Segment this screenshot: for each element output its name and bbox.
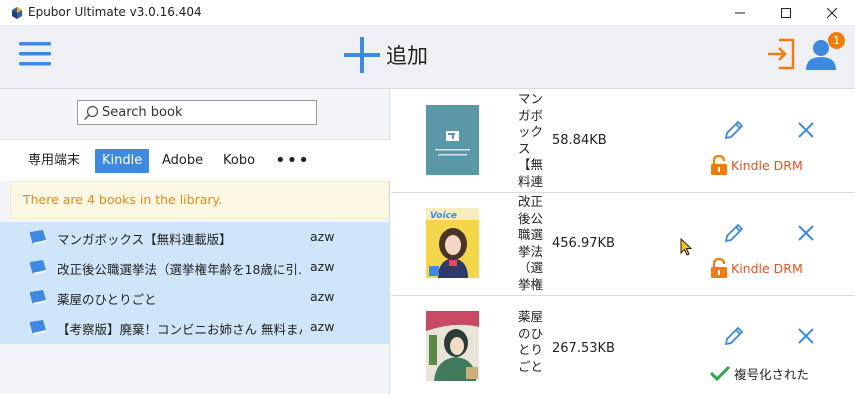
login-icon[interactable] bbox=[766, 38, 796, 70]
book-title: 薬屋のひとりごと bbox=[57, 292, 157, 307]
tab-kindle[interactable]: Kindle bbox=[95, 149, 150, 173]
edit-icon[interactable] bbox=[722, 324, 746, 348]
checkmark-icon bbox=[709, 365, 731, 381]
maximize-icon bbox=[781, 7, 791, 18]
book-title: 改正後公職選挙法（選挙権年… bbox=[518, 194, 544, 294]
title-bar: Epubor Ultimate v3.0.16.404 bbox=[0, 0, 855, 25]
search-input[interactable] bbox=[102, 102, 312, 123]
hamburger-menu-icon[interactable] bbox=[19, 40, 51, 68]
conversion-item: 薬屋のひとりごと 267.53KB 複号化された bbox=[391, 295, 855, 394]
book-format: azw bbox=[310, 289, 335, 304]
book-title: マンガボックス【無料連載… bbox=[518, 91, 544, 191]
book-title: マンガボックス【無料連載版】 bbox=[57, 232, 232, 247]
book-icon bbox=[30, 260, 46, 275]
svg-text:Voice: Voice bbox=[430, 211, 457, 221]
library-pane: 専用端末 Kindle Adobe Kobo ••• There are 4 b… bbox=[0, 89, 390, 394]
list-item[interactable]: 【考察版】廃棄！コンビニお姉さん 無料まんが… azw bbox=[0, 312, 390, 342]
book-format: azw bbox=[310, 229, 335, 244]
search-icon bbox=[83, 105, 99, 121]
search-box[interactable] bbox=[77, 100, 317, 125]
book-title: 改正後公職選挙法（選挙権年齢を18歳に引… bbox=[57, 262, 302, 277]
lock-icon bbox=[711, 155, 727, 175]
book-icon bbox=[30, 320, 46, 335]
list-item[interactable]: 薬屋のひとりごと azw bbox=[0, 282, 390, 312]
status-label: Kindle DRM bbox=[731, 260, 803, 276]
plus-icon bbox=[344, 37, 380, 73]
conversion-item: マンガボックス【無料連載… 58.84KB Kindle DRM bbox=[391, 89, 855, 193]
file-size: 456.97KB bbox=[552, 236, 615, 251]
list-item[interactable]: マンガボックス【無料連載版】 azw bbox=[0, 222, 390, 252]
book-cover: Voice bbox=[426, 208, 479, 278]
edit-icon[interactable] bbox=[722, 221, 746, 245]
status-label: Kindle DRM bbox=[731, 157, 803, 173]
book-icon bbox=[30, 230, 46, 245]
close-icon bbox=[827, 7, 837, 18]
tab-adobe[interactable]: Adobe bbox=[155, 149, 210, 173]
user-account-button[interactable]: 1 bbox=[804, 32, 845, 74]
more-tabs-button[interactable]: ••• bbox=[268, 149, 317, 173]
drm-status: Kindle DRM bbox=[710, 155, 803, 175]
app-logo-icon bbox=[12, 7, 22, 19]
main-toolbar: 追加 1 bbox=[0, 25, 855, 89]
conversion-item: Voice 改正後公職選挙法（選挙権年… 456.97KB Kindle DRM bbox=[391, 192, 855, 296]
lock-icon bbox=[711, 258, 727, 278]
decrypted-status: 複号化された bbox=[709, 363, 809, 383]
book-format: azw bbox=[310, 259, 335, 274]
mouse-cursor-icon bbox=[680, 238, 692, 256]
minimize-icon bbox=[735, 12, 745, 13]
book-format: azw bbox=[310, 319, 335, 334]
source-tabs: 専用端末 Kindle Adobe Kobo ••• bbox=[0, 139, 390, 181]
delete-icon[interactable] bbox=[796, 120, 816, 140]
window-title: Epubor Ultimate v3.0.16.404 bbox=[28, 5, 202, 19]
book-list: マンガボックス【無料連載版】 azw 改正後公職選挙法（選挙権年齢を18歳に引…… bbox=[0, 222, 390, 344]
minimize-button[interactable] bbox=[717, 0, 763, 25]
edit-icon[interactable] bbox=[722, 118, 746, 142]
add-label: 追加 bbox=[386, 44, 428, 68]
book-icon bbox=[30, 290, 46, 305]
notification-badge: 1 bbox=[828, 32, 845, 49]
conversion-pane: マンガボックス【無料連載… 58.84KB Kindle DRM Voice bbox=[391, 89, 855, 394]
file-size: 267.53KB bbox=[552, 341, 615, 356]
book-title: 薬屋のひとりごと bbox=[518, 309, 544, 374]
file-size: 58.84KB bbox=[552, 133, 607, 148]
book-title: 【考察版】廃棄！コンビニお姉さん 無料まんが… bbox=[57, 322, 302, 337]
book-cover bbox=[426, 311, 479, 381]
delete-icon[interactable] bbox=[796, 326, 816, 346]
add-book-button[interactable]: 追加 bbox=[344, 35, 428, 75]
tab-kobo[interactable]: Kobo bbox=[216, 149, 262, 173]
maximize-button[interactable] bbox=[763, 0, 809, 25]
delete-icon[interactable] bbox=[796, 223, 816, 243]
tab-device[interactable]: 専用端末 bbox=[21, 149, 87, 173]
list-item[interactable]: 改正後公職選挙法（選挙権年齢を18歳に引… azw bbox=[0, 252, 390, 282]
status-label: 複号化された bbox=[734, 366, 810, 382]
close-window-button[interactable] bbox=[809, 0, 855, 25]
drm-status: Kindle DRM bbox=[710, 258, 803, 278]
book-cover bbox=[426, 105, 479, 175]
library-info-banner: There are 4 books in the library. bbox=[10, 181, 389, 219]
